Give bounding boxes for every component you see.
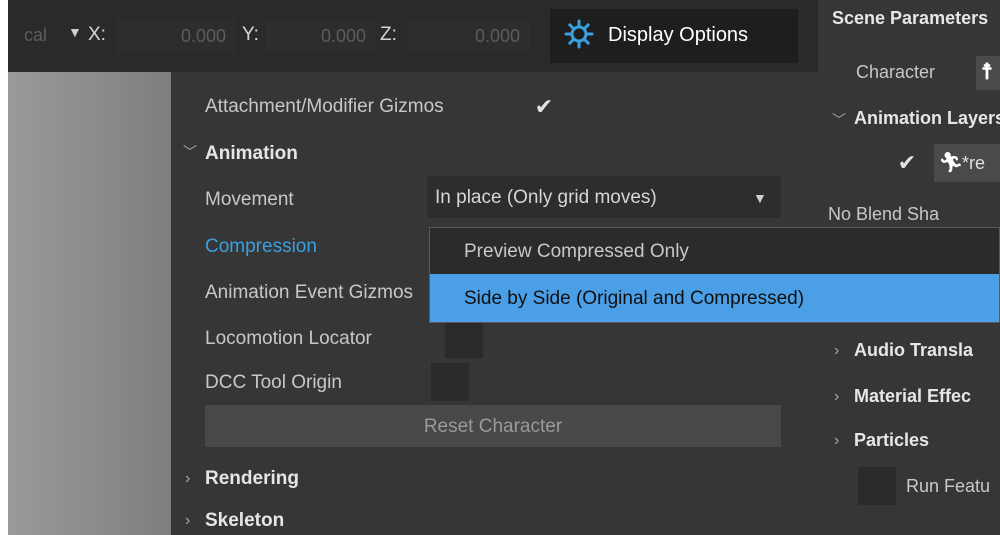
coord-mode-dropdown[interactable]: cal [8,19,58,53]
locomotion-locator-checkbox[interactable] [445,320,483,358]
character-icon: ☨ [981,59,993,84]
locomotion-locator-label: Locomotion Locator [205,328,372,349]
x-label: X: [88,24,106,45]
animation-section-header[interactable]: Animation [205,143,298,165]
running-figure-icon: 🏃︎ [938,152,964,174]
movement-dropdown[interactable]: In place (Only grid moves) ▼ [427,176,781,218]
chevron-down-icon: ▼ [753,190,767,206]
y-field[interactable]: 0.000 [266,19,376,53]
gear-icon [564,19,594,54]
y-label: Y: [242,24,259,45]
chevron-down-icon[interactable]: ﹀ [832,110,846,130]
layer-enabled-checkbox[interactable]: ✔ [888,144,926,182]
dropdown-option-label: Side by Side (Original and Compressed) [464,288,805,309]
chevron-down-icon[interactable]: ▼ [68,24,82,40]
dropdown-option-side-by-side[interactable]: Side by Side (Original and Compressed) [430,274,999,322]
layer-name: *re [962,153,986,173]
chevron-right-icon[interactable]: › [185,470,190,488]
run-feature-checkbox[interactable] [858,467,896,505]
dcc-tool-origin-label: DCC Tool Origin [205,372,342,393]
chevron-right-icon[interactable]: › [834,342,839,360]
app-window: cal ▼ X: 0.000 Y: 0.000 Z: 0.000 Display… [8,0,1000,535]
coord-mode-label: cal [24,25,48,45]
chevron-right-icon[interactable]: › [185,512,190,530]
dcc-tool-origin-checkbox[interactable] [431,363,469,401]
attachment-gizmos-label: Attachment/Modifier Gizmos [205,96,444,117]
character-label: Character [856,62,936,82]
x-field[interactable]: 0.000 [116,19,236,53]
movement-label: Movement [205,189,294,210]
compression-label: Compression [205,236,317,257]
skeleton-section-header[interactable]: Skeleton [205,510,284,532]
reset-character-label: Reset Character [423,416,563,437]
checkmark-icon: ✔ [534,94,554,119]
chevron-right-icon[interactable]: › [834,432,839,450]
run-feature-label: Run Featu [906,476,991,496]
animation-layers-header[interactable]: Animation Layers [854,108,1000,129]
display-options-label: Display Options [608,24,749,46]
material-section-header[interactable]: Material Effec [854,386,971,407]
attachment-gizmos-checkbox[interactable]: ✔ [525,88,563,126]
z-field[interactable]: 0.000 [408,19,530,53]
rendering-section-header[interactable]: Rendering [205,468,299,490]
display-options-button[interactable]: Display Options [550,9,798,63]
z-label: Z: [380,24,397,45]
viewport[interactable] [8,72,171,535]
chevron-right-icon[interactable]: › [834,388,839,406]
layer-button[interactable]: 🏃︎ *re [934,144,1000,182]
scene-parameters-title: Scene Parameters [832,8,989,28]
reset-character-button[interactable]: Reset Character [205,405,781,447]
particles-section-header[interactable]: Particles [854,430,929,451]
character-picker-button[interactable]: ☨ [976,56,1000,90]
dropdown-option-label: Preview Compressed Only [464,241,689,262]
animation-event-gizmos-label: Animation Event Gizmos [205,282,414,303]
audio-section-header[interactable]: Audio Transla [854,340,973,361]
no-blend-shapes-label: No Blend Sha [828,204,940,224]
compression-dropdown-menu: Preview Compressed Only Side by Side (Or… [429,227,1000,323]
checkmark-icon: ✔ [897,150,917,175]
movement-value: In place (Only grid moves) [435,187,657,208]
dropdown-option-preview-compressed[interactable]: Preview Compressed Only [430,228,999,274]
chevron-down-icon[interactable]: ﹀ [183,142,197,162]
